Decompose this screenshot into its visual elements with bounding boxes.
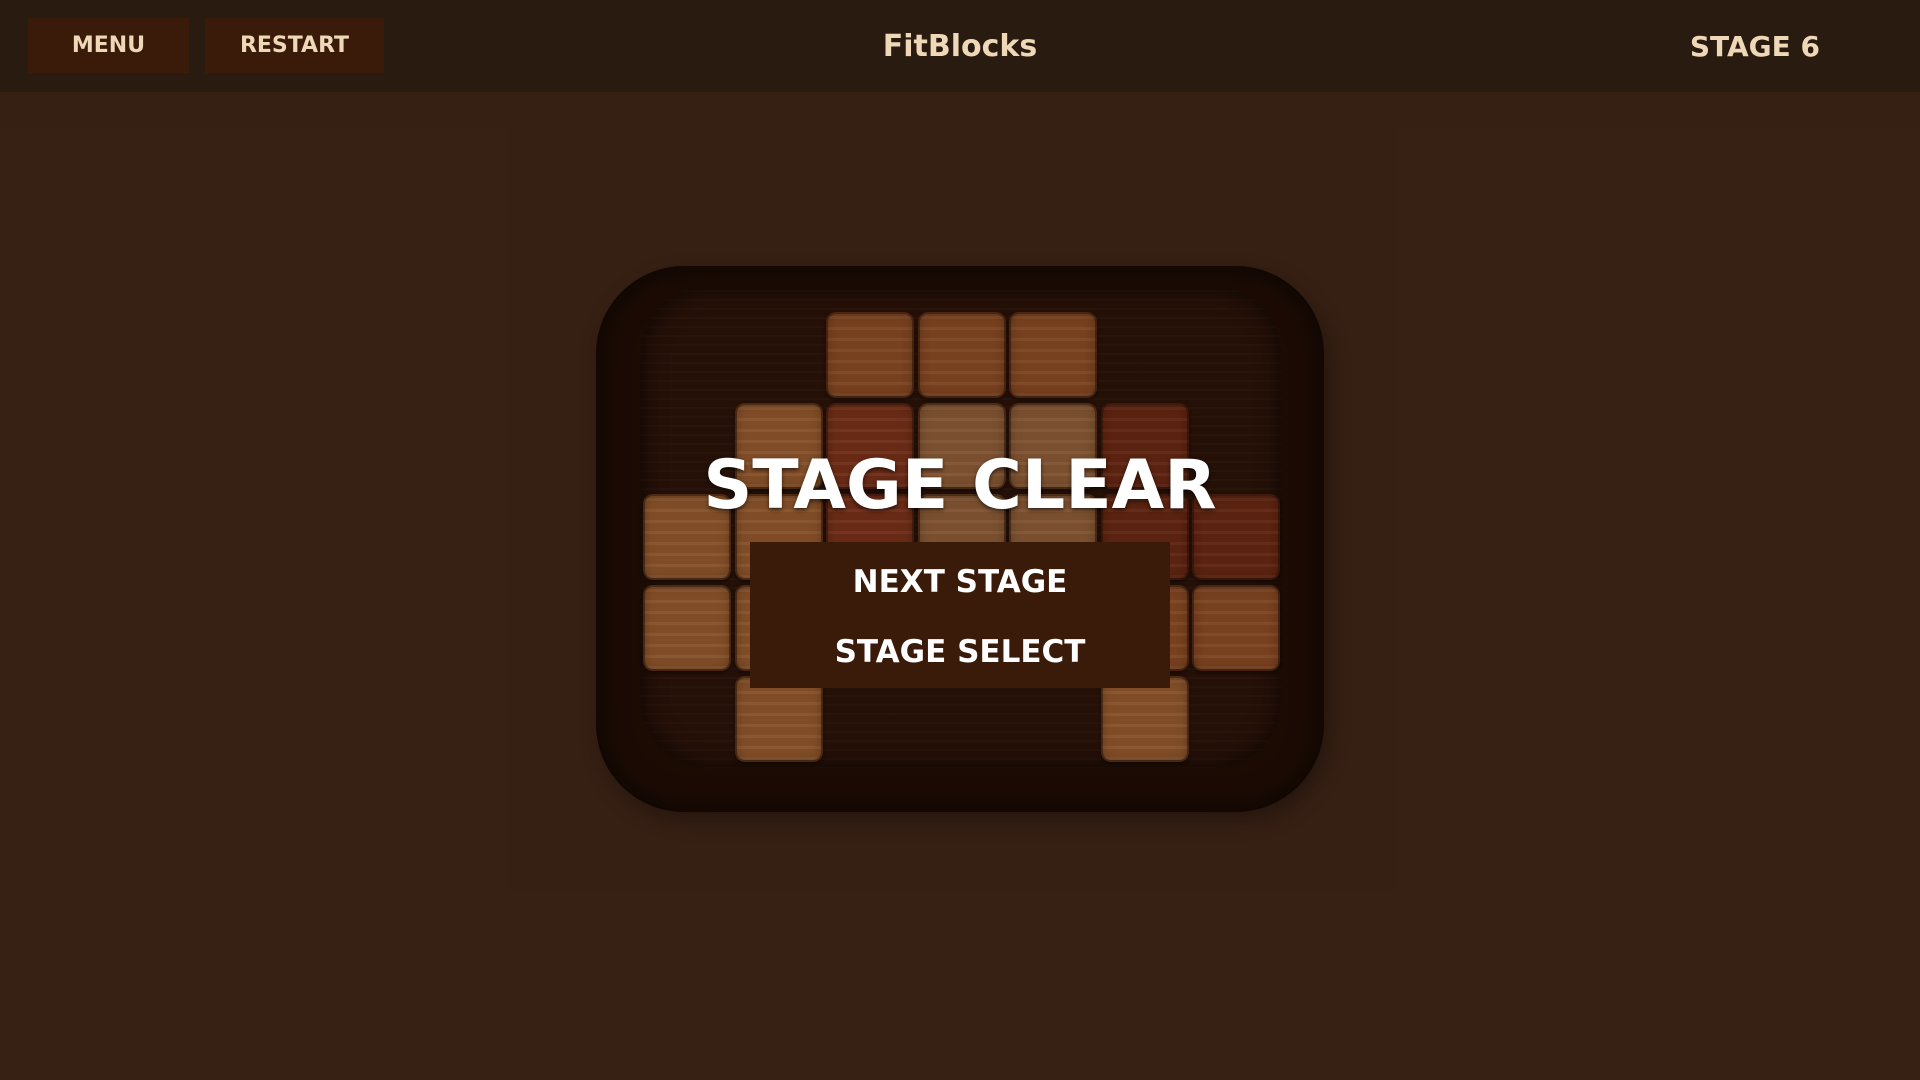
block-tile[interactable] (734, 676, 823, 762)
game-title: FitBlocks (882, 28, 1038, 64)
block-tile[interactable] (1009, 312, 1097, 398)
menu-button[interactable]: MENU (28, 18, 189, 73)
block-tile[interactable] (1100, 676, 1189, 762)
next-stage-button[interactable]: NEXT STAGE (750, 552, 1170, 612)
block-tile[interactable] (1192, 585, 1280, 671)
block-tile[interactable] (826, 312, 914, 398)
stage-label: STAGE 6 (1689, 29, 1820, 63)
top-bar: MENU RESTART FitBlocks STAGE 6 (0, 0, 1920, 92)
restart-button[interactable]: RESTART (205, 18, 384, 73)
block-tile[interactable] (643, 585, 731, 671)
stage-clear-title: STAGE CLEAR (703, 445, 1217, 525)
stage-select-button[interactable]: STAGE SELECT (750, 622, 1170, 682)
stage-clear-panel: NEXT STAGE STAGE SELECT (750, 542, 1170, 688)
block-tile[interactable] (917, 312, 1006, 398)
